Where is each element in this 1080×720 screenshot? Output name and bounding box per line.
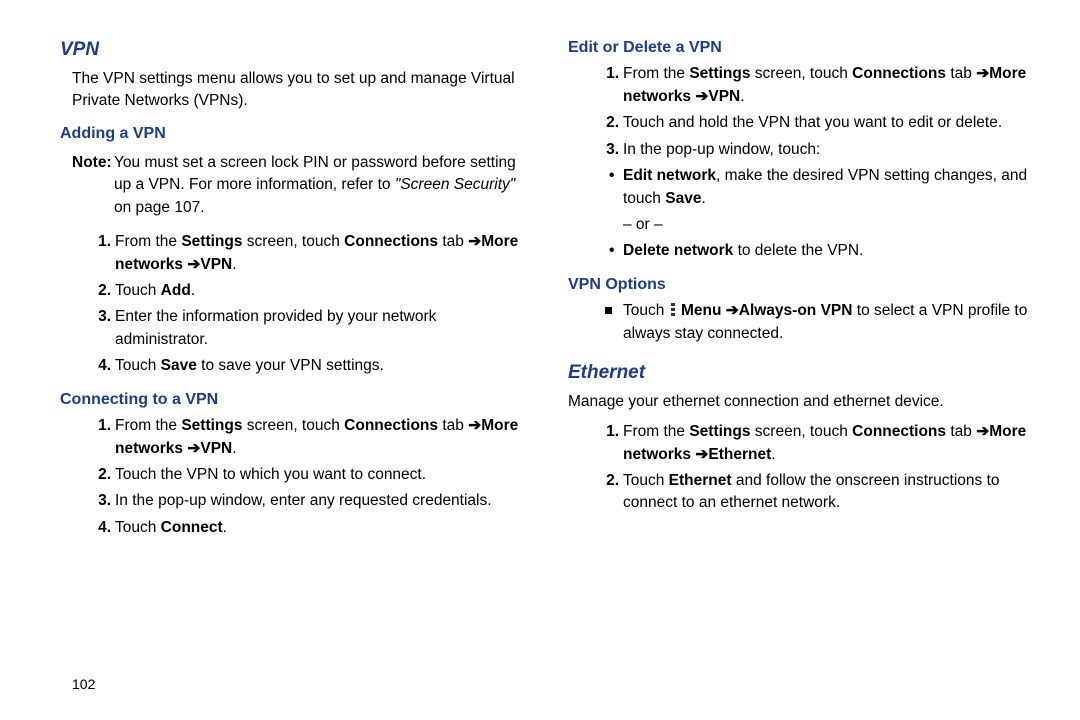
arrow-icon <box>972 65 989 82</box>
arrow-icon <box>464 417 481 434</box>
note-block: Note: You must set a screen lock PIN or … <box>60 152 530 219</box>
txt: Settings <box>689 65 750 82</box>
txt: Always-on VPN <box>739 302 853 319</box>
arrow-icon <box>721 302 738 319</box>
txt: Touch <box>623 472 669 489</box>
txt: Connections <box>852 65 946 82</box>
txt: Ethernet <box>708 446 771 463</box>
txt: Settings <box>181 417 242 434</box>
or-separator: – or – <box>568 214 1038 236</box>
edit-delete-heading: Edit or Delete a VPN <box>568 36 1038 59</box>
vpn-options-list: Touch MenuAlways-on VPN to select a VPN … <box>568 300 1038 345</box>
txt: Edit network <box>623 167 716 184</box>
txt: Settings <box>181 233 242 250</box>
txt: screen, touch <box>242 233 344 250</box>
txt: screen, touch <box>242 417 344 434</box>
txt: Touch <box>115 519 161 536</box>
ethernet-heading: Ethernet <box>568 359 1038 387</box>
arrow-icon <box>464 233 481 250</box>
txt: From the <box>115 233 181 250</box>
page-number: 102 <box>72 676 95 692</box>
menu-icon <box>671 303 675 317</box>
txt: Touch <box>115 357 161 374</box>
adding-vpn-heading: Adding a VPN <box>60 122 530 145</box>
vpn-intro: The VPN settings menu allows you to set … <box>60 68 530 113</box>
txt: Save <box>665 190 701 207</box>
eth-step-2: Touch Ethernet and follow the onscreen i… <box>623 470 1038 515</box>
txt: VPN <box>708 88 740 105</box>
right-column: Edit or Delete a VPN From the Settings s… <box>560 36 1038 702</box>
txt: Ethernet <box>669 472 732 489</box>
txt: screen, touch <box>750 65 852 82</box>
vpn-heading: VPN <box>60 36 530 64</box>
txt: From the <box>115 417 181 434</box>
arrow-icon <box>972 423 989 440</box>
txt: Add <box>161 282 191 299</box>
add-step-2: Touch Add. <box>115 280 530 302</box>
conn-step-3: In the pop-up window, enter any requeste… <box>115 490 530 512</box>
ethernet-steps: From the Settings screen, touch Connecti… <box>568 421 1038 515</box>
connecting-heading: Connecting to a VPN <box>60 388 530 411</box>
txt: Touch <box>623 302 669 319</box>
conn-step-2: Touch the VPN to which you want to conne… <box>115 464 530 486</box>
txt: Connections <box>344 233 438 250</box>
add-step-1: From the Settings screen, touch Connecti… <box>115 231 530 276</box>
txt: Save <box>161 357 197 374</box>
conn-step-4: Touch Connect. <box>115 517 530 539</box>
edit-steps: From the Settings screen, touch Connecti… <box>568 63 1038 161</box>
vpn-options-heading: VPN Options <box>568 273 1038 296</box>
note-text: You must set a screen lock PIN or passwo… <box>114 152 530 219</box>
txt: Menu <box>681 302 721 319</box>
note-ref: "Screen Security" <box>395 176 515 193</box>
edit-step-1: From the Settings screen, touch Connecti… <box>623 63 1038 108</box>
edit-bullet-1: Edit network, make the desired VPN setti… <box>623 165 1038 210</box>
txt: Connections <box>852 423 946 440</box>
txt: to save your VPN settings. <box>197 357 384 374</box>
arrow-icon <box>691 446 708 463</box>
eth-step-1: From the Settings screen, touch Connecti… <box>623 421 1038 466</box>
txt: tab <box>438 233 464 250</box>
edit-step-3: In the pop-up window, touch: <box>623 139 1038 161</box>
ethernet-intro: Manage your ethernet connection and ethe… <box>568 391 1038 413</box>
txt: tab <box>946 65 972 82</box>
arrow-icon <box>691 88 708 105</box>
left-column: VPN The VPN settings menu allows you to … <box>60 36 560 702</box>
adding-steps: From the Settings screen, touch Connecti… <box>60 231 530 378</box>
txt: to delete the VPN. <box>733 242 863 259</box>
arrow-icon <box>183 256 200 273</box>
edit-bullets-2: Delete network to delete the VPN. <box>568 240 1038 262</box>
txt: Connections <box>344 417 438 434</box>
edit-bullet-2: Delete network to delete the VPN. <box>623 240 1038 262</box>
edit-bullets: Edit network, make the desired VPN setti… <box>568 165 1038 210</box>
arrow-icon <box>183 440 200 457</box>
conn-step-1: From the Settings screen, touch Connecti… <box>115 415 530 460</box>
txt: Settings <box>689 423 750 440</box>
note-part2: on page 107. <box>114 199 205 216</box>
txt: From the <box>623 65 689 82</box>
txt: VPN <box>200 256 232 273</box>
txt: VPN <box>200 440 232 457</box>
add-step-3: Enter the information provided by your n… <box>115 306 530 351</box>
txt: Delete network <box>623 242 733 259</box>
txt: From the <box>623 423 689 440</box>
txt: tab <box>946 423 972 440</box>
add-step-4: Touch Save to save your VPN settings. <box>115 355 530 377</box>
connecting-steps: From the Settings screen, touch Connecti… <box>60 415 530 539</box>
txt: Connect <box>161 519 223 536</box>
vpn-option-item: Touch MenuAlways-on VPN to select a VPN … <box>623 300 1038 345</box>
txt: Touch <box>115 282 161 299</box>
manual-page: VPN The VPN settings menu allows you to … <box>0 0 1080 720</box>
edit-step-2: Touch and hold the VPN that you want to … <box>623 112 1038 134</box>
txt: screen, touch <box>750 423 852 440</box>
note-label: Note: <box>72 154 112 171</box>
txt: tab <box>438 417 464 434</box>
